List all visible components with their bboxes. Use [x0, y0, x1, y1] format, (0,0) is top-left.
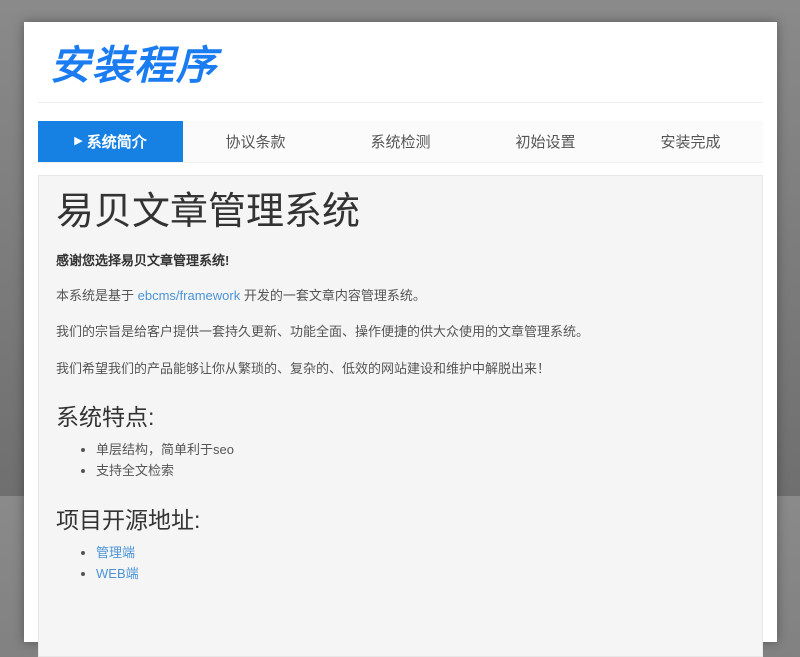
- admin-repo-link[interactable]: 管理端: [96, 545, 135, 560]
- tab-initial-settings[interactable]: 初始设置: [473, 121, 618, 162]
- intro-suffix: 开发的一套文章内容管理系统。: [240, 288, 426, 303]
- tab-agreement[interactable]: 协议条款: [183, 121, 328, 162]
- title-divider: [38, 102, 763, 103]
- feature-item: 支持全文检索: [96, 461, 745, 481]
- tab-label: 安装完成: [660, 131, 720, 152]
- feature-item: 单层结构，简单利于seo: [96, 440, 745, 460]
- content-panel: 易贝文章管理系统 感谢您选择易贝文章管理系统! 本系统是基于 ebcms/fra…: [38, 175, 763, 657]
- tab-system-intro[interactable]: ▶ 系统简介: [38, 121, 183, 162]
- opensource-list: 管理端 WEB端: [56, 543, 745, 584]
- page-title: 安装程序: [50, 42, 751, 90]
- opensource-title: 项目开源地址:: [56, 501, 745, 535]
- tab-label: 系统检测: [370, 131, 430, 152]
- steps-nav: ▶ 系统简介 协议条款 系统检测 初始设置 安装完成: [38, 121, 763, 163]
- welcome-text: 感谢您选择易贝文章管理系统!: [56, 250, 745, 269]
- installer-page: 安装程序 ▶ 系统简介 协议条款 系统检测 初始设置 安装完成 易贝文章管理系统…: [24, 22, 777, 642]
- intro-prefix: 本系统是基于: [56, 288, 138, 303]
- web-repo-link[interactable]: WEB端: [96, 566, 139, 581]
- system-heading: 易贝文章管理系统: [56, 190, 745, 236]
- tab-label: 系统简介: [87, 131, 147, 152]
- tab-label: 协议条款: [225, 131, 285, 152]
- tab-label: 初始设置: [515, 131, 575, 152]
- framework-link[interactable]: ebcms/framework: [138, 288, 241, 303]
- description-text: 我们希望我们的产品能够让你从繁琐的、复杂的、低效的网站建设和维护中解脱出来！: [56, 359, 745, 379]
- features-title: 系统特点:: [56, 398, 745, 432]
- list-item: WEB端: [96, 564, 745, 584]
- description-text: 我们的宗旨是给客户提供一套持久更新、功能全面、操作便捷的供大众使用的文章管理系统…: [56, 322, 745, 342]
- tab-system-check[interactable]: 系统检测: [328, 121, 473, 162]
- features-list: 单层结构，简单利于seo 支持全文检索: [56, 440, 745, 481]
- list-item: 管理端: [96, 543, 745, 563]
- active-tab-arrow-icon: ▶: [74, 136, 82, 147]
- intro-text: 本系统是基于 ebcms/framework 开发的一套文章内容管理系统。: [56, 286, 745, 306]
- tab-install-complete[interactable]: 安装完成: [618, 121, 763, 162]
